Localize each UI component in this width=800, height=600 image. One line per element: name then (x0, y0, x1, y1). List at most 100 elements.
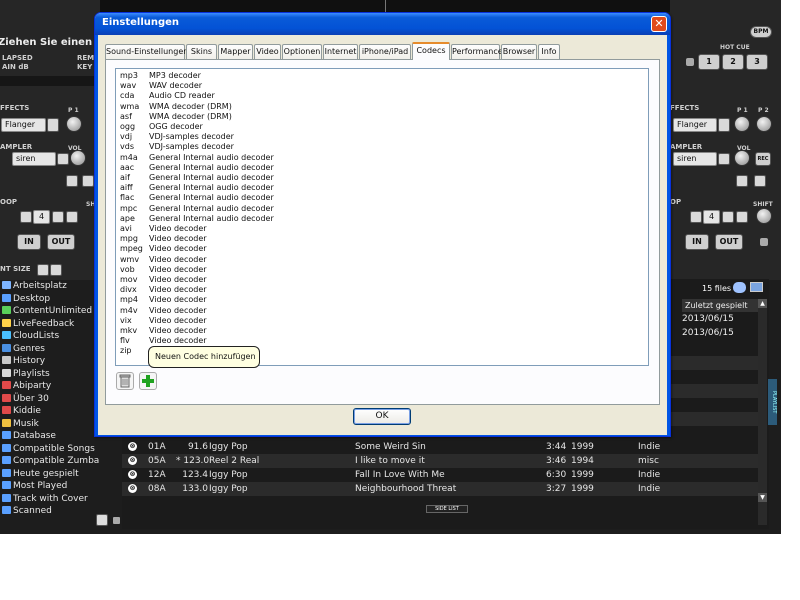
tree-item[interactable]: Compatible Zumba (2, 455, 99, 467)
tree-item[interactable]: Track with Cover (2, 493, 88, 505)
tab-optionen[interactable]: Optionen (282, 44, 322, 59)
codec-description: Video decoder (149, 244, 207, 254)
side-list-button[interactable]: SIDE LIST (426, 505, 468, 513)
sampler-prev-icon-right[interactable] (736, 175, 748, 187)
column-header-last-played[interactable]: Zuletzt gespielt (682, 299, 760, 312)
list-scrollbar[interactable] (758, 299, 767, 525)
font-larger-icon[interactable] (50, 264, 62, 276)
hot-cue-3-button[interactable]: 3 (746, 54, 768, 70)
tab-info[interactable]: Info (538, 44, 560, 59)
tree-item[interactable]: Heute gespielt (2, 468, 79, 480)
tab-performance[interactable]: Performance (451, 44, 503, 59)
effect-p2-knob-right[interactable] (756, 116, 772, 132)
sampler-vol-knob-right[interactable] (734, 150, 750, 166)
effect-dropdown-icon-right[interactable] (718, 118, 730, 132)
tree-item[interactable]: Über 30 (2, 393, 49, 405)
tab-video[interactable]: Video (254, 44, 281, 59)
view-mode-icon[interactable] (750, 282, 763, 292)
sampler-vol-knob[interactable] (70, 150, 86, 166)
loop-in-button[interactable]: IN (17, 234, 41, 250)
hot-cue-1-button[interactable]: 1 (698, 54, 720, 70)
lock-icon[interactable] (686, 58, 694, 66)
codec-description: Video decoder (149, 224, 207, 233)
codec-list[interactable]: mp3 MP3 decoder wav WAV decoder cda Audio CD … (115, 68, 649, 366)
codec-extension: mp4 (120, 295, 138, 305)
tab-browser[interactable]: Browser (501, 44, 537, 59)
bpm-button[interactable]: BPM (750, 26, 772, 38)
ok-button[interactable]: OK (353, 408, 411, 425)
loop-dropdown-icon-right[interactable] (722, 211, 734, 223)
tree-item[interactable]: ContentUnlimited (2, 305, 92, 317)
tab-internet[interactable]: Internet (323, 44, 358, 59)
loop-value-right[interactable]: 4 (703, 210, 720, 224)
sampler-select[interactable]: siren (12, 152, 56, 166)
tree-item[interactable]: Scanned (2, 505, 52, 517)
sampler-play-icon[interactable] (82, 175, 94, 187)
folder-icon (2, 306, 11, 314)
rec-button[interactable]: REC (755, 152, 771, 166)
loop-out-button-right[interactable]: OUT (715, 234, 743, 250)
tree-item-label: Über 30 (13, 393, 49, 404)
add-icon[interactable] (139, 372, 157, 390)
tree-item[interactable]: Abiparty (2, 380, 51, 392)
sampler-select-right[interactable]: siren (673, 152, 717, 166)
tree-item[interactable]: Musik (2, 418, 39, 430)
tree-item[interactable]: Genres (2, 343, 45, 355)
scroll-down-icon[interactable]: ▼ (758, 493, 767, 502)
loop-dropdown-icon[interactable] (52, 211, 64, 223)
loop-up-icon-right[interactable] (736, 211, 748, 223)
tree-item[interactable]: Desktop (2, 293, 50, 305)
loop-down-icon[interactable] (20, 211, 32, 223)
tree-item[interactable]: Compatible Songs (2, 443, 95, 455)
tree-item[interactable]: Kiddie (2, 405, 41, 417)
tab-iphone-ipad[interactable]: iPhone/iPad (359, 44, 411, 59)
folder-icon (2, 281, 11, 289)
tree-item[interactable]: Arbeitsplatz (2, 280, 67, 292)
tree-item-label: Abiparty (13, 381, 52, 391)
tree-item[interactable]: Playlists (2, 368, 50, 380)
sampler-prev-icon[interactable] (66, 175, 78, 187)
effect-select-right[interactable]: Flanger (673, 118, 717, 132)
track-row[interactable]: ⊗ 01A 91.6 Iggy Pop Some Weird Sin 3:44 1999 In… (122, 440, 767, 454)
track-time: 3:44 (546, 442, 567, 452)
tab-codecs[interactable]: Codecs (412, 42, 450, 60)
tree-lock-icon[interactable] (113, 517, 120, 524)
tree-item[interactable]: CloudLists (2, 330, 59, 342)
top-strip (0, 0, 781, 12)
loop-out-button[interactable]: OUT (47, 234, 75, 250)
lock-icon-right[interactable] (760, 238, 768, 246)
files-count: 15 files (702, 284, 732, 293)
loop-down-icon-right[interactable] (690, 211, 702, 223)
sampler-dropdown-icon[interactable] (57, 153, 69, 165)
track-row[interactable]: ⊗ 05A * 123.0 Reel 2 Real I like to move it 3… (122, 454, 767, 468)
tree-collapse-icon[interactable] (96, 514, 108, 526)
effect-param-knob[interactable] (66, 116, 82, 132)
shift-knob[interactable] (756, 208, 772, 224)
tab-skins[interactable]: Skins (186, 44, 217, 59)
tree-item[interactable]: Most Played (2, 480, 67, 492)
search-option-icon[interactable] (733, 282, 746, 293)
track-row[interactable]: ⊗ 12A 123.4 Iggy Pop Fall In Love With Me 6:3… (122, 468, 767, 482)
close-icon[interactable]: ✕ (651, 16, 667, 32)
tree-item[interactable]: Database (2, 430, 56, 442)
trash-icon[interactable] (116, 372, 134, 390)
playlist-tab[interactable]: PLAYLIST (768, 379, 777, 425)
scroll-up-icon[interactable]: ▲ (758, 299, 767, 308)
loop-value[interactable]: 4 (33, 210, 50, 224)
hot-cue-2-button[interactable]: 2 (722, 54, 744, 70)
effect-select[interactable]: Flanger (1, 118, 46, 132)
tree-item[interactable]: History (2, 355, 45, 367)
effect-p1-knob-right[interactable] (734, 116, 750, 132)
tab-sound-einstellungen[interactable]: Sound-Einstellungen (105, 44, 188, 59)
tab-mapper[interactable]: Mapper (218, 44, 253, 59)
effect-dropdown-icon[interactable] (47, 118, 59, 132)
tree-item[interactable]: LiveFeedback (2, 318, 74, 330)
codec-extension: aif (120, 173, 130, 182)
loop-in-button-right[interactable]: IN (685, 234, 709, 250)
dialog-titlebar[interactable]: Einstellungen ✕ (95, 13, 670, 35)
sampler-dropdown-icon-right[interactable] (718, 153, 730, 165)
sampler-play-icon-right[interactable] (754, 175, 766, 187)
track-row[interactable]: ⊗ 08A 133.0 Iggy Pop Neighbourhood Threat 3:2… (122, 482, 767, 496)
font-smaller-icon[interactable] (37, 264, 49, 276)
loop-up-icon[interactable] (66, 211, 78, 223)
